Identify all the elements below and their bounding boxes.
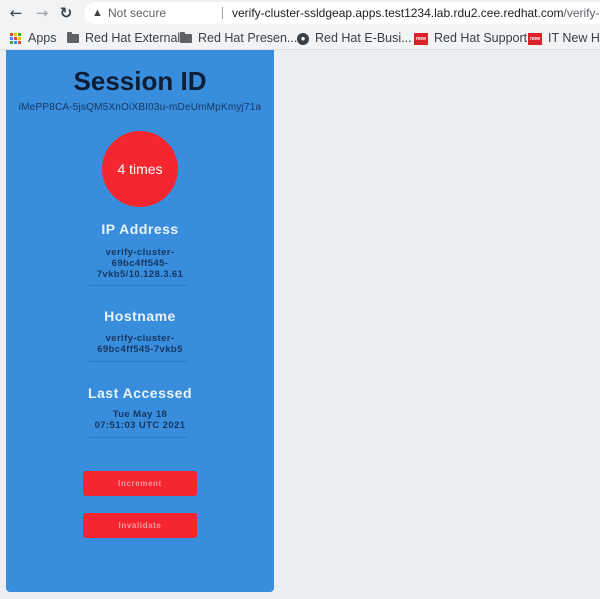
hostname-value: verify-cluster- 69bc4ff545-7vkb5 (66, 333, 214, 355)
bookmark-label: Red Hat Support (434, 31, 528, 45)
ip-address-heading: IP Address (101, 221, 179, 237)
counter-badge: 4 times (102, 131, 178, 207)
bookmark-label: Red Hat E-Busi... (315, 31, 412, 45)
bookmark-label: Red Hat External (85, 31, 181, 45)
invalidate-button[interactable]: Invalidate (83, 513, 197, 538)
last-accessed-heading: Last Accessed (87, 385, 193, 401)
hostname-heading: Hostname (104, 308, 176, 324)
bookmark-label: Red Hat Presen... (198, 31, 298, 45)
last-accessed-value: Tue May 18 07:51:03 UTC 2021 (66, 409, 214, 431)
last-accessed-line: Tue May 18 (112, 409, 168, 420)
bookmark-it-new-hire[interactable]: now IT New Hir (528, 26, 600, 50)
warning-triangle-icon[interactable]: ▲ (92, 2, 103, 24)
back-arrow-icon: ← (9, 4, 23, 22)
session-panel: Session ID iMePP8CA-5jsQM5XnOiXBI03u-mDe… (6, 50, 274, 592)
ip-address-value: verify-cluster- 69bc4ff545- 7vkb5/10.128… (66, 247, 214, 280)
address-bar[interactable]: ▲ Not secure verify-cluster-ssldgeap.app… (84, 2, 600, 24)
ip-address-line: 69bc4ff545- (111, 258, 169, 269)
omnibox-divider (222, 7, 223, 19)
session-id-value: iMePP8CA-5jsQM5XnOiXBI03u-mDeUmMpKmyj71a (18, 102, 262, 113)
divider (89, 285, 187, 286)
folder-icon (67, 32, 79, 44)
ip-address-line: verify-cluster- (105, 247, 175, 258)
reload-button[interactable]: ↻ (56, 3, 76, 23)
bookmark-folder-red-hat-external[interactable]: Red Hat External (67, 26, 180, 50)
servicenow-icon: now (414, 32, 428, 45)
servicenow-icon: now (528, 32, 542, 45)
hostname-line: 69bc4ff545-7vkb5 (97, 344, 183, 355)
ip-address-line: 7vkb5/10.128.3.61 (96, 269, 184, 280)
forward-arrow-icon: → (35, 4, 49, 22)
hostname-line: verify-cluster- (105, 333, 175, 344)
bookmark-label: Apps (28, 31, 57, 45)
divider (89, 437, 187, 438)
bookmark-red-hat-e-business[interactable]: ● Red Hat E-Busi... (297, 26, 412, 50)
url-text[interactable]: verify-cluster-ssldgeap.apps.test1234.la… (232, 2, 600, 24)
divider (89, 361, 187, 362)
last-accessed-line: 07:51:03 UTC 2021 (94, 420, 186, 431)
forward-button[interactable]: → (32, 3, 52, 23)
increment-button[interactable]: Increment (83, 471, 197, 496)
globe-icon: ● (297, 32, 309, 45)
bookmark-apps[interactable]: Apps (10, 26, 57, 50)
bookmark-folder-red-hat-presentations[interactable]: Red Hat Presen... (180, 26, 297, 50)
security-label[interactable]: Not secure (108, 2, 166, 24)
bookmark-red-hat-support[interactable]: now Red Hat Support (414, 26, 527, 50)
back-button[interactable]: ← (6, 3, 26, 23)
browser-toolbar: ← → ↻ ▲ Not secure verify-cluster-ssldge… (0, 0, 600, 26)
url-path: /verify-cluster/counter (563, 6, 600, 20)
reload-icon: ↻ (59, 4, 73, 22)
bookmark-label: IT New Hir (548, 31, 600, 45)
url-host: verify-cluster-ssldgeap.apps.test1234.la… (232, 6, 564, 20)
page-title: Session ID (73, 66, 207, 96)
bookmarks-bar: Apps Red Hat External Red Hat Presen... … (0, 26, 600, 50)
apps-grid-icon (10, 32, 22, 45)
folder-icon (180, 32, 192, 44)
